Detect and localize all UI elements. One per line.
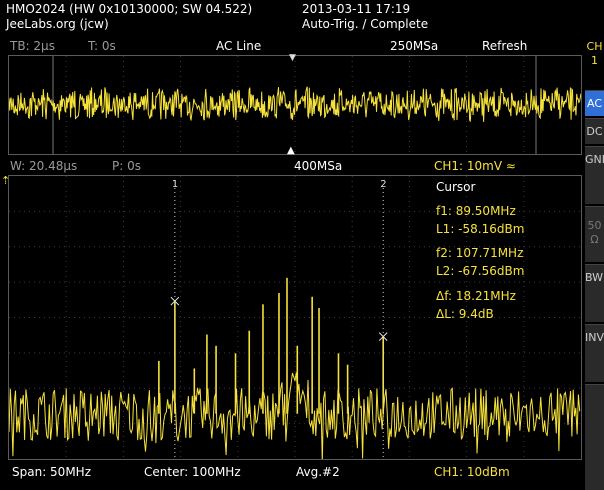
acquisition-status: Auto-Trig. / Complete (302, 17, 429, 31)
spectrum-waveform: 12 (9, 176, 581, 459)
cursor-2-label: 2 (380, 179, 386, 190)
averaging-label[interactable]: Avg.#2 (296, 465, 340, 479)
cursor-f2: f2: 107.71MHz (436, 246, 524, 260)
cursor-delta-f: Δf: 18.21MHz (436, 289, 516, 303)
oscilloscope-screen: HMO2024 (HW 0x10130000; SW 04.522) JeeLa… (0, 0, 604, 490)
device-owner: JeeLabs.org (jcw) (6, 17, 109, 31)
channel-scale-label[interactable]: CH1: 10mV ≈ (434, 159, 516, 173)
cursor-l1: L1: -58.16dBm (436, 222, 525, 236)
channel-scale-text: CH1: 10mV (434, 159, 503, 173)
zoom-window-marker[interactable]: ▲ (287, 145, 295, 156)
time-domain-plot (8, 55, 582, 155)
channel-menu-title: CH 1 (585, 36, 604, 88)
menu-blank-slot (585, 384, 604, 490)
bandwidth-limit-button[interactable]: BWL (585, 264, 604, 322)
trigger-time-label[interactable]: T: 0s (88, 39, 116, 53)
fft-position-label[interactable]: P: 0s (112, 159, 141, 173)
invert-button[interactable]: INV (585, 324, 604, 382)
cursor-l2: L2: -67.56dBm (436, 264, 525, 278)
coupling-dc-button[interactable]: DC (585, 118, 604, 144)
coupling-gnd-button[interactable]: GND (585, 146, 604, 204)
acq-mode-label[interactable]: Refresh (482, 39, 527, 53)
reference-level-marker-icon[interactable]: ⇡ (1, 174, 10, 187)
cursor-delta-l: ΔL: 9.4dB (436, 307, 494, 321)
cursor-panel-title: Cursor (436, 180, 476, 194)
center-label[interactable]: Center: 100MHz (144, 465, 241, 479)
trigger-source-label[interactable]: AC Line (216, 39, 261, 53)
cursor-f1: f1: 89.50MHz (436, 204, 516, 218)
fft-window-label[interactable]: W: 20.48µs (10, 159, 77, 173)
sample-rate-label: 250MSa (390, 39, 439, 53)
trigger-position-marker[interactable]: ▼ (289, 53, 296, 63)
cursor-1-label: 1 (172, 179, 178, 190)
datetime: 2013-03-11 17:19 (302, 2, 411, 16)
time-domain-waveform (9, 56, 581, 154)
timebase-label[interactable]: TB: 2µs (10, 39, 55, 53)
span-label[interactable]: Span: 50MHz (12, 465, 91, 479)
impedance-50-ohm-button[interactable]: 50 Ω (585, 206, 604, 262)
fft-scale-label[interactable]: CH1: 10dBm (434, 465, 510, 479)
device-info: HMO2024 (HW 0x10130000; SW 04.522) (6, 2, 253, 16)
fft-sample-rate-label: 400MSa (294, 159, 343, 173)
spectrum-noise-trace (9, 372, 581, 459)
ac-coupling-icon: ≈ (502, 159, 516, 173)
coupling-ac-button[interactable]: AC (585, 90, 604, 116)
